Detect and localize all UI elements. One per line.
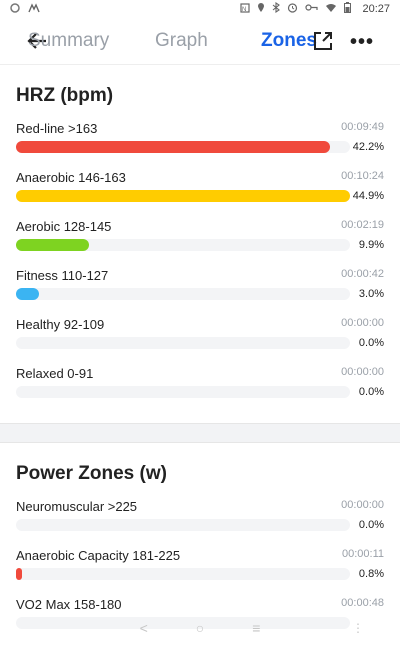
- app-icon: [28, 2, 40, 16]
- status-right: N 20:27: [240, 1, 390, 16]
- zone-progress-fill: [16, 568, 22, 580]
- notification-app-icon: [10, 2, 20, 16]
- zone-percent: 44.9%: [352, 190, 384, 202]
- zone-progress-fill: [16, 239, 90, 251]
- zone-name: Anaerobic 146-163: [16, 170, 126, 185]
- tab-bar: Summary Graph Zones •••: [0, 18, 400, 64]
- zone-percent: 0.0%: [358, 337, 384, 349]
- zone-time: 00:00:11: [341, 548, 384, 560]
- zone-percent: 9.9%: [358, 239, 384, 251]
- hrz-title: HRZ (bpm): [16, 85, 114, 106]
- zone-percent: 0.8%: [358, 568, 384, 580]
- power-title: Power Zones (w): [16, 463, 167, 484]
- zone-progress-track: [16, 190, 350, 202]
- nfc-icon: N: [240, 2, 251, 16]
- section-gap: [0, 423, 400, 443]
- zone-progress-track: [16, 337, 350, 349]
- zone-row: Neuromuscular >225 00:00:00 0.0%: [0, 499, 400, 548]
- nav-more-icon[interactable]: ⋮: [352, 621, 364, 635]
- zone-row: Aerobic 128-145 00:02:19 9.9%: [0, 219, 400, 268]
- zone-percent: 3.0%: [358, 288, 384, 300]
- tab-graph[interactable]: Graph: [155, 30, 208, 52]
- svg-text:N: N: [242, 7, 246, 13]
- vpn-key-icon: [305, 3, 319, 15]
- zone-progress-track: [16, 519, 350, 531]
- hrz-section: HRZ (bpm) Red-line >163 00:09:49 42.2% Anae…: [0, 65, 400, 415]
- status-bar: N 20:27: [0, 0, 400, 18]
- zone-name: Relaxed 0-91: [16, 366, 94, 381]
- zone-progress-fill: [16, 288, 39, 300]
- tab-zones[interactable]: Zones: [261, 30, 317, 52]
- zone-name: Red-line >163: [16, 121, 98, 136]
- zone-progress-track: [16, 288, 350, 300]
- zone-progress-fill: [16, 190, 350, 202]
- zone-row: Red-line >163 00:09:49 42.2%: [0, 121, 400, 170]
- status-time: 20:27: [362, 3, 390, 15]
- hrz-zone-list: Red-line >163 00:09:49 42.2% Anaerobic 146-…: [0, 121, 400, 415]
- zone-row: Relaxed 0-91 00:00:00 0.0%: [0, 366, 400, 415]
- more-options-icon[interactable]: •••: [350, 31, 374, 54]
- status-left: [10, 2, 40, 16]
- zone-time: 00:00:00: [341, 366, 384, 378]
- zone-progress-track: [16, 239, 350, 251]
- zone-time: 00:00:42: [341, 268, 384, 280]
- zone-row: Anaerobic 146-163 00:10:24 44.9%: [0, 170, 400, 219]
- zone-name: Anaerobic Capacity 181-225: [16, 548, 181, 563]
- zone-name: Aerobic 128-145: [16, 219, 112, 234]
- battery-icon: [344, 2, 352, 16]
- location-icon: [257, 2, 265, 16]
- zone-time: 00:02:19: [341, 219, 384, 231]
- zone-progress-track: [16, 568, 350, 580]
- tab-summary[interactable]: Summary: [28, 30, 109, 52]
- zone-name: VO2 Max 158-180: [16, 597, 122, 612]
- nav-recents-icon[interactable]: ≡: [252, 620, 260, 636]
- zone-name: Healthy 92-109: [16, 317, 105, 332]
- zone-time: 00:10:24: [341, 170, 384, 182]
- zone-time: 00:00:00: [341, 499, 384, 511]
- zone-percent: 0.0%: [358, 519, 384, 531]
- nav-back-icon[interactable]: <: [140, 620, 148, 636]
- zone-row: Healthy 92-109 00:00:00 0.0%: [0, 317, 400, 366]
- zone-percent: 0.0%: [358, 386, 384, 398]
- zone-percent: 42.2%: [352, 141, 384, 153]
- export-icon[interactable]: [313, 31, 333, 56]
- zone-name: Neuromuscular >225: [16, 499, 138, 514]
- bluetooth-icon: [272, 1, 281, 16]
- zone-progress-track: [16, 386, 350, 398]
- zone-progress-track: [16, 141, 350, 153]
- wifi-icon: [325, 3, 337, 16]
- alarm-icon: [287, 2, 298, 16]
- zone-time: 00:00:48: [341, 597, 384, 609]
- system-nav-bar: < ○ ≡: [0, 616, 400, 640]
- zone-time: 00:00:00: [341, 317, 384, 329]
- zone-row: Fitness 110-127 00:00:42 3.0%: [0, 268, 400, 317]
- zone-row: Anaerobic Capacity 181-225 00:00:11 0.8%: [0, 548, 400, 597]
- zone-progress-fill: [16, 141, 330, 153]
- zone-name: Fitness 110-127: [16, 268, 109, 283]
- nav-home-icon[interactable]: ○: [196, 620, 204, 636]
- zone-time: 00:09:49: [341, 121, 384, 133]
